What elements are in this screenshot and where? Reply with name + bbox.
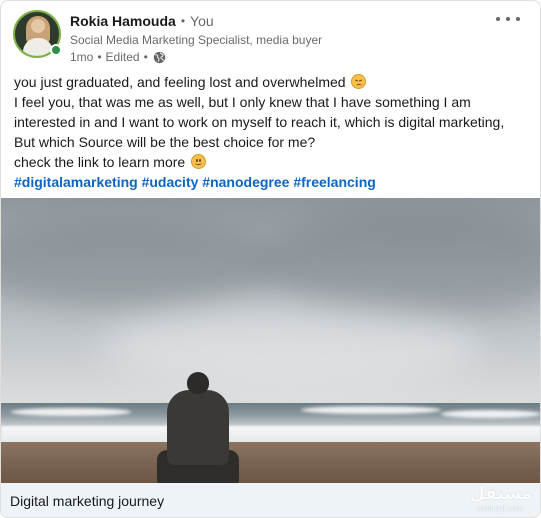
link-preview-caption: Digital marketing journey bbox=[10, 493, 165, 509]
post-body: you just graduated, and feeling lost and… bbox=[1, 65, 540, 192]
edited-label: Edited bbox=[105, 50, 140, 64]
author-headline: Social Media Marketing Specialist, media… bbox=[70, 33, 323, 47]
hashtag-list: #digitalamarketing #udacity #nanodegree … bbox=[14, 172, 528, 192]
post-card: Rokia Hamouda • You Social Media Marketi… bbox=[0, 0, 541, 518]
separator-dot: • bbox=[180, 14, 186, 28]
link-preview-image[interactable] bbox=[1, 198, 540, 483]
post-text-line: interested in and I want to work on myse… bbox=[14, 114, 505, 130]
post-header: Rokia Hamouda • You Social Media Marketi… bbox=[1, 1, 540, 65]
author-meta: Rokia Hamouda • You Social Media Marketi… bbox=[70, 10, 322, 65]
link-preview-caption-bar[interactable]: Digital marketing journey bbox=[1, 483, 540, 517]
smiling-face-emoji bbox=[191, 154, 207, 169]
post-text-line: But which Source will be the best choice… bbox=[14, 134, 316, 150]
author-relation: You bbox=[190, 13, 214, 29]
hashtag-link[interactable]: #digitalamarketing bbox=[14, 174, 138, 190]
author-avatar[interactable] bbox=[13, 10, 62, 58]
post-text-line: you just graduated, and feeling lost and… bbox=[14, 72, 528, 92]
globe-icon bbox=[153, 51, 165, 63]
more-options-icon[interactable] bbox=[496, 12, 520, 26]
mostaql-watermark-logo: مستقل mostaql.com bbox=[470, 484, 533, 513]
post-time[interactable]: 1mo bbox=[70, 50, 93, 64]
post-text-line: check the link to learn more bbox=[14, 152, 528, 172]
online-status-indicator bbox=[50, 44, 62, 56]
post-text-line: I feel you, that was me as well, but I o… bbox=[14, 94, 471, 110]
author-name[interactable]: Rokia Hamouda bbox=[70, 13, 176, 29]
disappointed-face-emoji bbox=[351, 74, 367, 89]
separator-dot: • bbox=[143, 50, 148, 64]
hashtag-link[interactable]: #udacity bbox=[142, 174, 199, 190]
person-silhouette bbox=[153, 372, 243, 483]
hashtag-link[interactable]: #nanodegree bbox=[202, 174, 289, 190]
hashtag-link[interactable]: #freelancing bbox=[293, 174, 375, 190]
separator-dot: • bbox=[97, 50, 102, 64]
